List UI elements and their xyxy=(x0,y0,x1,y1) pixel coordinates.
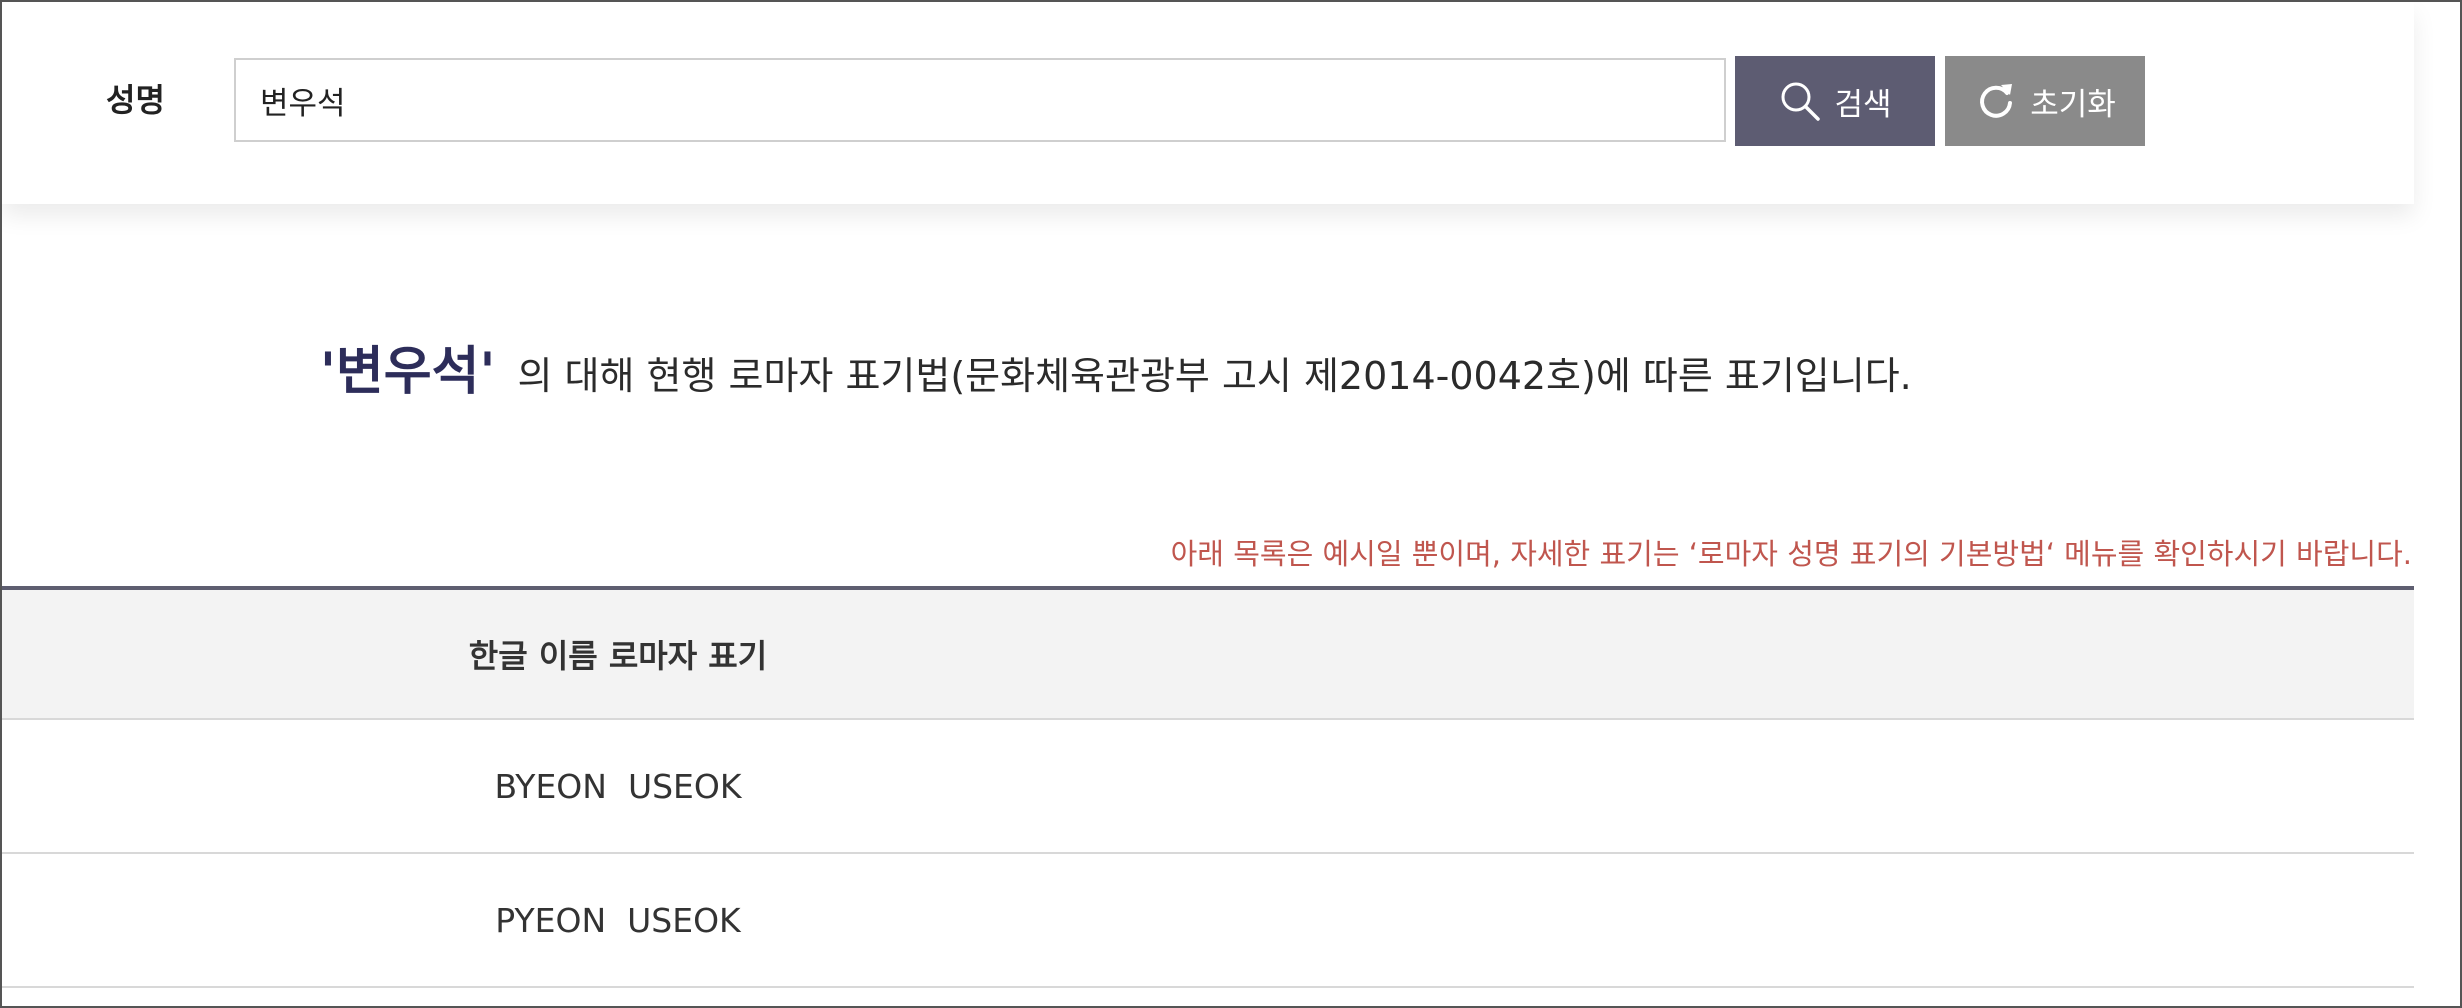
reset-button-label: 초기화 xyxy=(2030,86,2116,123)
table-row: PYEON USEOK xyxy=(2,853,2414,988)
notice-text: 아래 목록은 예시일 뿐이며, 자세한 표기는 ‘로마자 성명 표기의 기본방법… xyxy=(1170,537,2412,571)
table-row: BYEON USEOK xyxy=(2,719,2414,854)
search-button[interactable]: 검색 xyxy=(1735,56,1935,146)
reset-button[interactable]: 초기화 xyxy=(1945,56,2145,146)
result-headline: '변우석' 의 대해 현행 로마자 표기법(문화체육관광부 고시 제2014-0… xyxy=(320,340,1912,408)
romanization-cell: PYEON USEOK xyxy=(2,853,2414,988)
romanization-cell: BYEON USEOK xyxy=(2,719,2414,854)
page: 성명 검색 초기화 '변우석' 의 대해 현행 로마자 표기법(문화체육관광부 xyxy=(0,0,2462,1008)
table-header-row: 한글 이름 로마자 표기 xyxy=(2,588,2414,720)
query-name: '변우석' xyxy=(320,342,496,402)
name-label: 성명 xyxy=(106,81,165,119)
search-button-label: 검색 xyxy=(1834,86,1892,123)
headline-text: 의 대해 현행 로마자 표기법(문화체육관광부 고시 제2014-0042호)에… xyxy=(517,354,1912,398)
search-panel: 성명 검색 초기화 xyxy=(2,2,2414,204)
search-icon xyxy=(1778,79,1822,123)
name-search-input[interactable] xyxy=(234,58,1726,142)
refresh-icon xyxy=(1974,79,2018,123)
romanization-table: 한글 이름 로마자 표기 BYEON USEOK PYEON USEOK xyxy=(2,586,2414,988)
table-header-romanization: 한글 이름 로마자 표기 xyxy=(2,588,2414,720)
